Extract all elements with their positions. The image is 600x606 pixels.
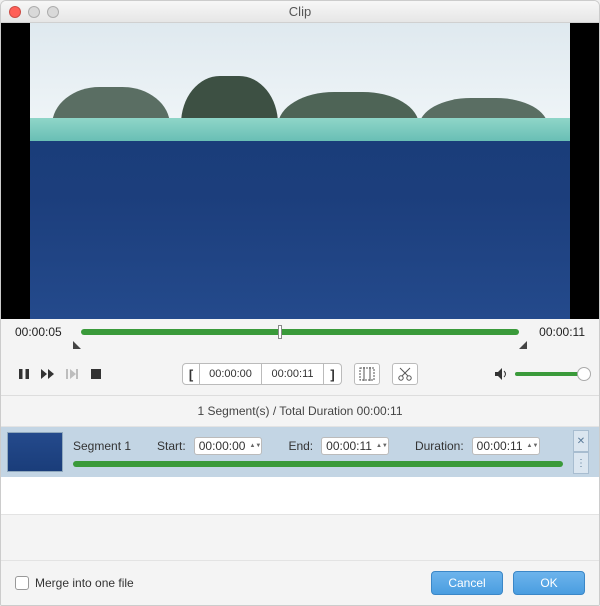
merge-label: Merge into one file [35,576,134,590]
start-value: 00:00:00 [199,439,246,453]
cancel-button[interactable]: Cancel [431,571,503,595]
segment-thumbnail [7,432,63,472]
segment-name: Segment 1 [73,439,131,453]
footer: Merge into one file Cancel OK [1,560,599,605]
end-stepper[interactable]: 00:00:11 ▲▼ [321,437,389,455]
merge-checkbox[interactable]: Merge into one file [15,576,134,590]
segments-list: Segment 1 Start: 00:00:00 ▲▼ End: 00:00:… [1,427,599,515]
stepper-arrows-icon[interactable]: ▲▼ [249,439,257,453]
segment-range-bar[interactable] [73,461,563,467]
trim-out-handle[interactable] [519,341,527,349]
duration-label: Duration: [415,439,464,453]
duration-value: 00:00:11 [477,439,523,453]
in-timecode[interactable]: 00:00:00 [200,363,262,385]
volume-icon[interactable] [495,368,509,380]
set-out-button[interactable]: ] [324,363,342,385]
clip-window: Clip 00:00:05 00:00:11 [0,0,600,606]
segment-drag-handle[interactable]: ⋮ [573,452,589,474]
end-label: End: [288,439,313,453]
zoom-icon[interactable] [47,6,59,18]
video-preview[interactable] [30,23,570,319]
checkbox-icon[interactable] [15,576,29,590]
ok-button[interactable]: OK [513,571,585,595]
trim-bracket-group: [ 00:00:00 00:00:11 ] [182,363,342,385]
timeline-row: 00:00:05 00:00:11 [1,319,599,341]
titlebar[interactable]: Clip [1,1,599,23]
crop-button[interactable] [354,363,380,385]
window-title: Clip [1,4,599,19]
window-controls [1,6,59,18]
volume-thumb[interactable] [577,367,591,381]
segments-header: 1 Segment(s) / Total Duration 00:00:11 [1,396,599,427]
seek-slider[interactable] [81,329,519,335]
total-time-label: 00:00:11 [527,325,585,339]
close-icon[interactable] [9,6,21,18]
video-preview-area [1,23,599,319]
volume-slider[interactable] [515,372,585,376]
segment-fields: Segment 1 Start: 00:00:00 ▲▼ End: 00:00:… [73,437,563,467]
volume-control [495,368,585,380]
duration-stepper[interactable]: 00:00:11 ▲▼ [472,437,540,455]
cut-button[interactable] [392,363,418,385]
out-timecode[interactable]: 00:00:11 [262,363,324,385]
trim-handles-row [1,341,599,357]
pause-button[interactable] [15,365,33,383]
start-label: Start: [157,439,186,453]
segment-row[interactable]: Segment 1 Start: 00:00:00 ▲▼ End: 00:00:… [1,427,599,477]
minimize-icon[interactable] [28,6,40,18]
seek-thumb[interactable] [278,325,282,339]
next-frame-button[interactable] [63,365,81,383]
end-value: 00:00:11 [326,439,372,453]
start-stepper[interactable]: 00:00:00 ▲▼ [194,437,263,455]
stop-button[interactable] [87,365,105,383]
set-in-button[interactable]: [ [182,363,200,385]
trim-in-handle[interactable] [73,341,81,349]
remove-segment-button[interactable]: ✕ [573,430,589,452]
playback-controls: [ 00:00:00 00:00:11 ] [1,357,599,396]
stepper-arrows-icon[interactable]: ▲▼ [376,439,384,453]
current-time-label: 00:00:05 [15,325,73,339]
fast-forward-button[interactable] [39,365,57,383]
segment-side-buttons: ✕ ⋮ [573,430,589,474]
stepper-arrows-icon[interactable]: ▲▼ [527,439,535,453]
